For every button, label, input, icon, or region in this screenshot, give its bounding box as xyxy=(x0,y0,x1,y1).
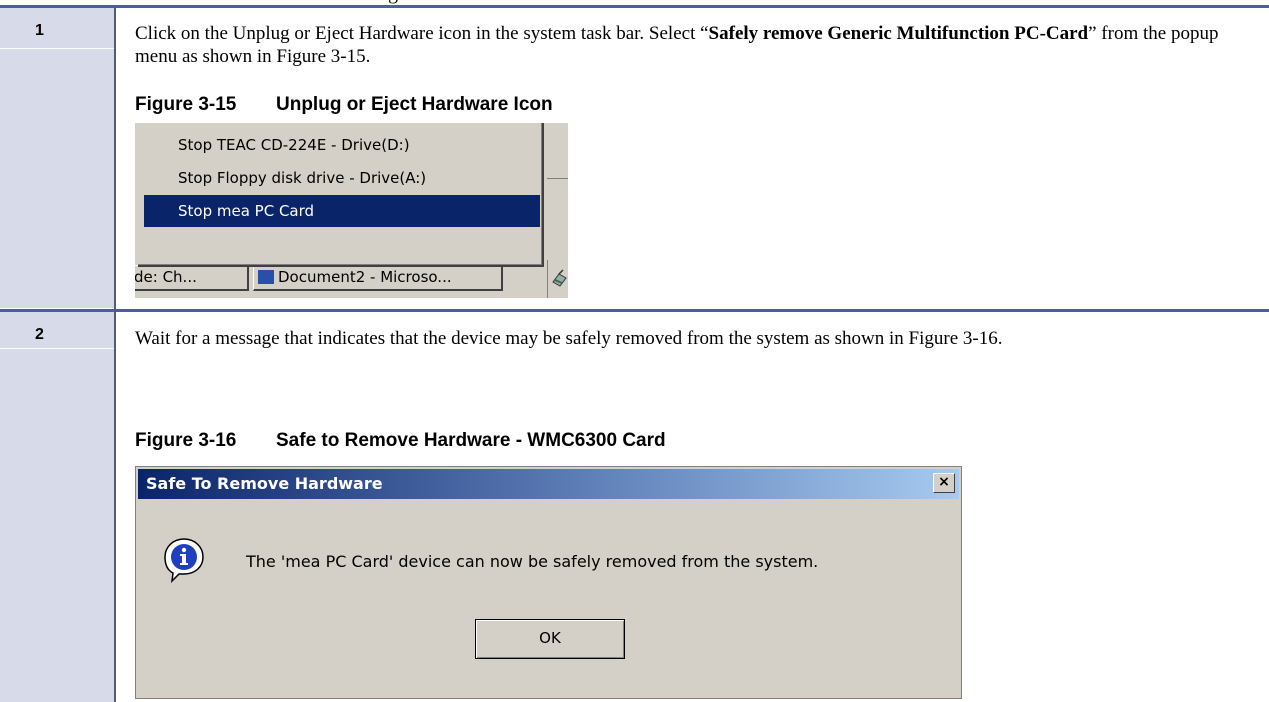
taskbar-button-label: Document2 - Microso... xyxy=(278,268,452,286)
system-tray xyxy=(547,260,568,298)
step-1-text-a: Click on the Unplug or Eject Hardware ic… xyxy=(135,23,709,44)
info-icon xyxy=(164,538,204,583)
eject-popup-menu: Stop TEAC CD-224E - Drive(D:) Stop Flopp… xyxy=(138,123,544,267)
step-2-text: Wait for a message that indicates that t… xyxy=(135,328,1003,349)
ok-button[interactable]: OK xyxy=(475,619,625,659)
menu-item-stop-floppy[interactable]: Stop Floppy disk drive - Drive(A:) xyxy=(144,162,540,194)
dialog-message: The 'mea PC Card' device can now be safe… xyxy=(246,552,819,571)
step-number-cell: 2 xyxy=(0,312,114,702)
document-icon xyxy=(258,269,274,284)
menu-item-stop-mea-pc-card[interactable]: Stop mea PC Card xyxy=(144,195,540,227)
step-1-text-bold: Safely remove Generic Multifunction PC-C… xyxy=(708,23,1089,44)
row-divider xyxy=(0,309,1269,312)
eject-hardware-icon[interactable] xyxy=(550,266,568,288)
dialog-titlebar[interactable]: Safe To Remove Hardware × xyxy=(138,469,959,499)
tray-separator xyxy=(547,123,568,179)
number-underline xyxy=(0,48,114,49)
figure-label: Figure 3-16 xyxy=(135,430,237,451)
taskbar-button[interactable]: de: Ch... xyxy=(135,265,249,291)
figure-title: Unplug or Eject Hardware Icon xyxy=(276,94,553,115)
figure-label: Figure 3-15 xyxy=(135,94,237,115)
dialog-title: Safe To Remove Hardware xyxy=(146,474,383,493)
step-number: 1 xyxy=(35,22,44,39)
step-number-cell: 1 xyxy=(0,8,114,308)
cut-off-heading: g xyxy=(388,0,418,4)
safe-to-remove-dialog: Safe To Remove Hardware × The 'mea PC Ca… xyxy=(135,466,962,699)
figure-3-15-screenshot: de: Ch... Document2 - Microso... Stop TE… xyxy=(135,123,568,298)
close-icon[interactable]: × xyxy=(933,473,955,493)
menu-item-stop-teac[interactable]: Stop TEAC CD-224E - Drive(D:) xyxy=(144,129,540,161)
figure-caption: Figure 3-16 Safe to Remove Hardware - WM… xyxy=(135,430,666,452)
top-rule xyxy=(0,5,1269,8)
step-number: 2 xyxy=(35,326,44,343)
figure-title: Safe to Remove Hardware - WMC6300 Card xyxy=(276,430,666,451)
taskbar-button-document2[interactable]: Document2 - Microso... xyxy=(253,265,503,291)
column-divider xyxy=(114,8,116,702)
number-underline xyxy=(0,348,114,349)
step-1-text: Click on the Unplug or Eject Hardware ic… xyxy=(135,22,1245,68)
figure-caption: Figure 3-15 Unplug or Eject Hardware Ico… xyxy=(135,94,553,116)
